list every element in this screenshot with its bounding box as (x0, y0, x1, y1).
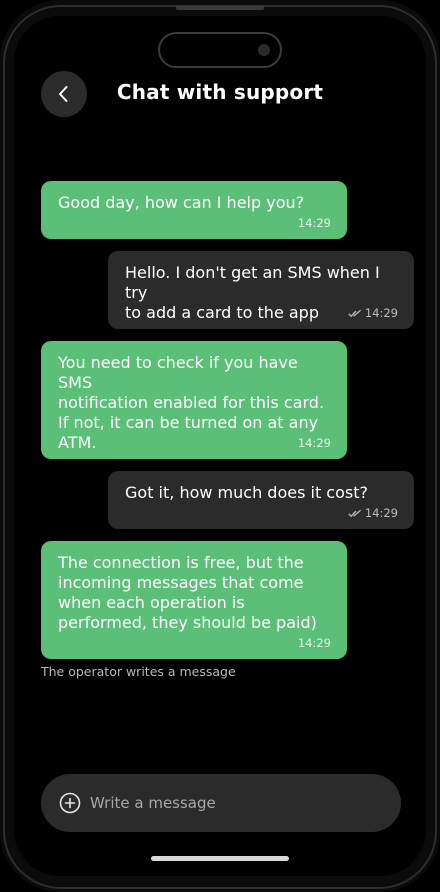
user-message: Hello. I don't get an SMS when I try to … (108, 251, 414, 329)
message-text: Good day, how can I help you? (58, 193, 305, 212)
dynamic-island (158, 32, 282, 68)
phone-frame: Chat with support Good day, how can I he… (0, 0, 440, 892)
support-message: You need to check if you have SMS notifi… (41, 341, 347, 459)
chat-screen: Chat with support Good day, how can I he… (14, 16, 426, 876)
message-meta: 14:29 (348, 503, 398, 523)
message-text: Got it, how much does it cost? (125, 483, 368, 502)
camera-dot (258, 44, 270, 56)
message-time: 14:29 (297, 636, 331, 650)
plus-circle-icon[interactable] (59, 792, 81, 814)
message-time: 14:29 (297, 436, 331, 450)
user-message: Got it, how much does it cost? 14:29 (108, 471, 414, 529)
typing-status: The operator writes a message (41, 664, 236, 679)
top-speaker-slot (176, 6, 264, 10)
message-time: 14:29 (364, 506, 398, 520)
home-indicator[interactable] (151, 856, 289, 861)
message-text: You need to check if you have SMS notifi… (58, 353, 325, 452)
message-time: 14:29 (364, 306, 398, 320)
message-meta: 14:29 (298, 433, 331, 453)
double-check-icon (348, 509, 361, 517)
double-check-icon (348, 309, 361, 317)
message-time: 14:29 (297, 216, 331, 230)
message-meta: 14:29 (348, 303, 398, 323)
page-title: Chat with support (116, 80, 324, 104)
message-meta: 14:29 (298, 213, 331, 233)
message-input[interactable]: Write a message (41, 774, 401, 832)
support-message: The connection is free, but the incoming… (41, 541, 347, 659)
message-meta: 14:29 (298, 633, 331, 653)
message-input-placeholder: Write a message (90, 794, 216, 812)
support-message: Good day, how can I help you? 14:29 (41, 181, 347, 239)
message-text: The connection is free, but the incoming… (58, 553, 317, 632)
